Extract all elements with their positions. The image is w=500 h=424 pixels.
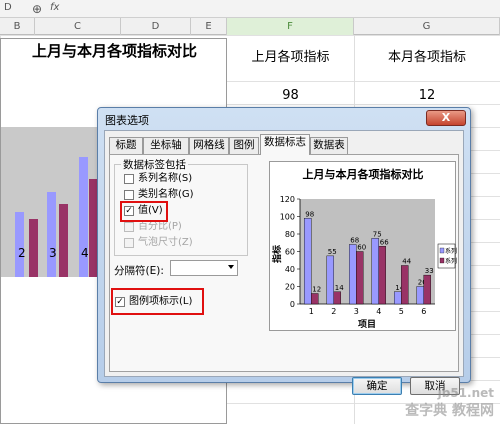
preview-x-tick-label: 1	[309, 307, 314, 316]
preview-data-label: 66	[380, 238, 389, 246]
bubble-size-checkbox[interactable]: 气泡尺寸(Z)	[124, 237, 244, 250]
sheet-bar	[15, 212, 24, 277]
preview-bar	[371, 238, 379, 305]
column-header-f[interactable]: F	[227, 18, 354, 35]
preview-bar	[401, 265, 409, 305]
cell-f1-text: 上月各项指标	[251, 50, 330, 65]
legend-key-highlight-box	[111, 288, 204, 315]
chevron-down-icon	[228, 265, 234, 269]
preview-bar	[311, 293, 319, 305]
tab-gridlines[interactable]: 网格线	[189, 137, 229, 154]
preview-legend-label: 系列1	[445, 247, 457, 255]
preview-y-tick-label: 120	[280, 195, 295, 204]
preview-x-tick-label: 3	[354, 307, 359, 316]
tab-axis[interactable]: 坐标轴	[143, 137, 189, 154]
checkbox-box	[124, 174, 134, 184]
preview-x-tick-label: 4	[376, 307, 381, 316]
value-highlight-box	[120, 201, 168, 222]
preview-y-tick-label: 20	[285, 283, 295, 292]
preview-data-label: 12	[312, 286, 321, 294]
sheet-x-tick: 2	[18, 246, 26, 260]
preview-chart-title: 上月与本月各项指标对比	[303, 167, 424, 181]
preview-y-tick-label: 40	[285, 265, 295, 274]
preview-data-label: 44	[402, 258, 411, 266]
preview-data-label: 75	[373, 230, 382, 238]
preview-data-label: 14	[335, 284, 344, 292]
sheet-bar	[47, 192, 56, 277]
name-box[interactable]: D	[4, 2, 12, 13]
preview-bar	[356, 251, 364, 305]
cell-g2-text: 12	[418, 88, 436, 103]
checkbox-box	[124, 190, 134, 200]
preview-data-label: 98	[305, 210, 314, 218]
preview-bar	[326, 255, 334, 305]
checkbox-box	[124, 222, 134, 232]
column-header-c[interactable]: C	[35, 18, 121, 35]
preview-legend-swatch	[439, 257, 445, 264]
series-name-label: 系列名称(S)	[138, 173, 193, 184]
separator-label: 分隔符(E):	[114, 265, 164, 277]
preview-bar	[423, 274, 431, 305]
zoom-icon[interactable]: ⊕	[32, 2, 42, 16]
column-header-d[interactable]: D	[121, 18, 191, 35]
separator-select[interactable]	[170, 260, 238, 276]
preview-y-tick-label: 100	[280, 213, 295, 222]
percentage-label: 百分比(P)	[138, 221, 182, 232]
preview-x-label: 项目	[358, 319, 376, 330]
ok-button[interactable]: 确定	[352, 377, 402, 395]
chart-preview: 上月与本月各项指标对比 0 20 40 60 80 100 120 1 98 12 2 55 14 3 6…	[269, 161, 461, 331]
preview-y-tick-label: 80	[285, 230, 295, 239]
category-name-label: 类别名称(G)	[138, 189, 194, 200]
preview-data-label: 55	[328, 248, 337, 256]
chart-options-dialog: 图表选项 X 标题 坐标轴 网格线 图例 数据标志 数据表 数据标签包括 系列名…	[97, 107, 471, 395]
fx-button[interactable]: fx	[50, 2, 59, 13]
series-name-checkbox[interactable]: 系列名称(S)	[124, 173, 244, 186]
preview-legend-swatch	[439, 247, 445, 254]
preview-bar	[378, 246, 386, 305]
column-header-e[interactable]: E	[191, 18, 227, 35]
preview-bar	[333, 291, 341, 305]
preview-x-tick-label: 6	[421, 307, 426, 316]
sheet-chart-title: 上月与本月各项指标对比	[31, 42, 197, 60]
sheet-bar	[29, 219, 38, 277]
watermark-url: jb51.net	[437, 386, 494, 400]
data-labels-panel: 数据标签包括 系列名称(S) 类别名称(G) ✓ 值(V) 百分比(P) 气泡尺寸…	[109, 154, 461, 372]
bubble-size-label: 气泡尺寸(Z)	[138, 237, 193, 248]
checkbox-box	[124, 238, 134, 248]
column-headers: B C D E F G	[0, 18, 500, 35]
preview-chart-svg: 上月与本月各项指标对比 0 20 40 60 80 100 120 1 98 12 2 55 14 3 6…	[271, 167, 461, 330]
percentage-checkbox[interactable]: 百分比(P)	[124, 221, 244, 234]
watermark-text: 查字典 教程网	[405, 403, 494, 419]
preview-y-tick-label: 0	[290, 300, 295, 309]
formula-bar: D ⊕ fx	[0, 0, 500, 18]
dialog-close-button[interactable]: X	[426, 110, 466, 126]
preview-bar	[416, 286, 424, 305]
preview-bar	[304, 218, 312, 305]
sheet-x-tick: 4	[81, 246, 89, 260]
preview-data-label: 33	[425, 267, 434, 275]
group-label: 数据标签包括	[121, 157, 188, 172]
dialog-body: 标题 坐标轴 网格线 图例 数据标志 数据表 数据标签包括 系列名称(S) 类别…	[104, 130, 464, 395]
preview-y-tick-label: 60	[285, 248, 295, 257]
dialog-title: 图表选项	[105, 114, 149, 127]
preview-legend-label: 系列2	[445, 257, 457, 265]
column-header-b[interactable]: B	[0, 18, 35, 35]
tab-title[interactable]: 标题	[109, 137, 143, 154]
label-contains-group: 数据标签包括 系列名称(S) 类别名称(G) ✓ 值(V) 百分比(P) 气泡尺寸…	[114, 157, 248, 256]
sheet-bar	[59, 204, 68, 277]
cell-g1-text: 本月各项指标	[387, 50, 466, 65]
column-header-g[interactable]: G	[354, 18, 500, 35]
tab-data-labels[interactable]: 数据标志	[260, 134, 310, 155]
tab-legend[interactable]: 图例	[229, 137, 259, 154]
preview-x-tick-label: 5	[399, 307, 404, 316]
tab-data-table[interactable]: 数据表	[310, 137, 348, 154]
preview-bar	[394, 291, 402, 305]
preview-x-tick-label: 2	[331, 307, 336, 316]
preview-data-label: 60	[357, 244, 366, 252]
preview-bar	[349, 244, 357, 305]
cell-f2-text: 98	[282, 88, 299, 103]
preview-y-label: 指标	[271, 245, 283, 263]
sheet-x-tick: 3	[49, 246, 57, 260]
